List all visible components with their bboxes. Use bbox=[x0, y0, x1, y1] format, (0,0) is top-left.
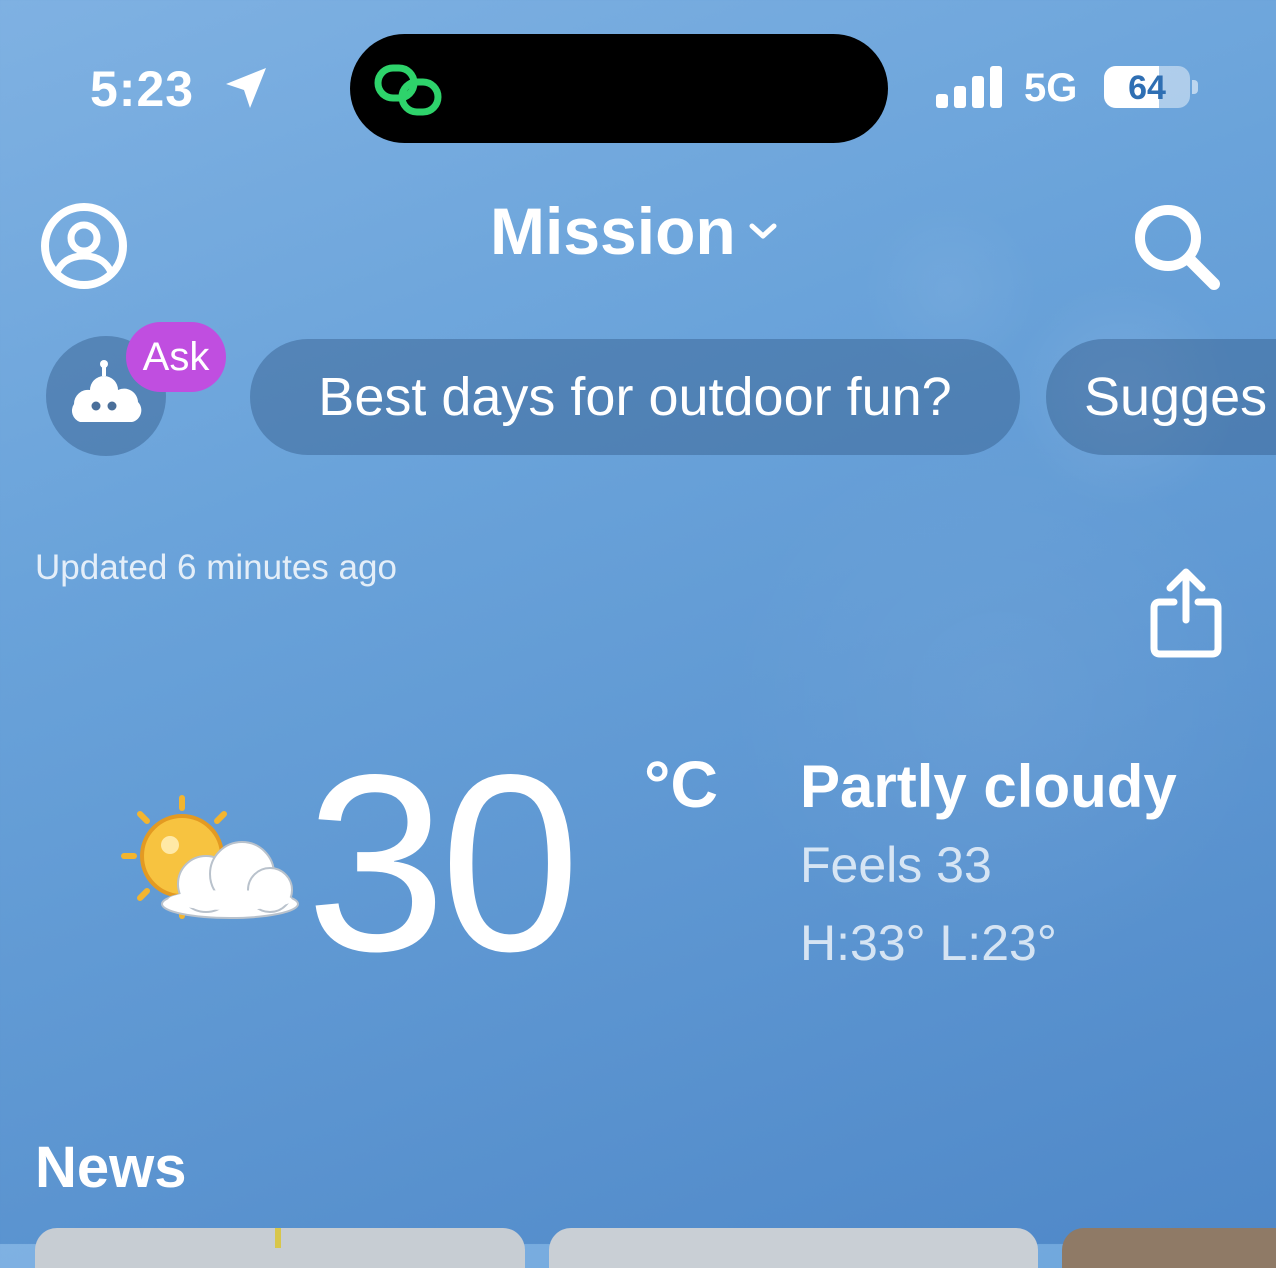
search-icon[interactable] bbox=[1130, 200, 1224, 294]
updated-timestamp: Updated 6 minutes ago bbox=[35, 548, 397, 587]
share-icon[interactable] bbox=[1148, 568, 1224, 658]
suggestion-chip[interactable]: Sugges bbox=[1046, 339, 1276, 455]
linked-circles-icon bbox=[374, 64, 442, 116]
news-card[interactable] bbox=[549, 1228, 1038, 1268]
suggestion-chip[interactable]: Best days for outdoor fun? bbox=[250, 339, 1020, 455]
news-heading: News bbox=[35, 1135, 187, 1200]
battery-icon: 64 bbox=[1104, 66, 1190, 108]
cellular-signal-icon bbox=[936, 66, 1002, 108]
news-card-image bbox=[275, 1228, 281, 1248]
news-card[interactable] bbox=[35, 1228, 525, 1268]
partly-cloudy-icon bbox=[121, 795, 299, 919]
high-low: H:33° L:23° bbox=[800, 915, 1057, 971]
network-type: 5G bbox=[1024, 66, 1078, 110]
battery-level: 64 bbox=[1128, 69, 1166, 107]
background-bokeh bbox=[720, 420, 1276, 980]
battery-cap bbox=[1192, 80, 1198, 94]
current-temperature: 30 bbox=[306, 723, 580, 1004]
location-arrow-icon bbox=[226, 68, 266, 108]
condition-text: Partly cloudy bbox=[800, 753, 1177, 820]
status-time: 5:23 bbox=[90, 61, 195, 117]
location-title[interactable]: Mission bbox=[490, 193, 736, 269]
feels-like: Feels 33 bbox=[800, 837, 992, 893]
ask-badge[interactable]: Ask bbox=[126, 322, 226, 392]
chevron-down-icon[interactable] bbox=[748, 220, 778, 242]
news-card[interactable] bbox=[1062, 1228, 1276, 1268]
temperature-unit[interactable]: °C bbox=[644, 746, 718, 822]
profile-icon[interactable] bbox=[38, 200, 130, 292]
